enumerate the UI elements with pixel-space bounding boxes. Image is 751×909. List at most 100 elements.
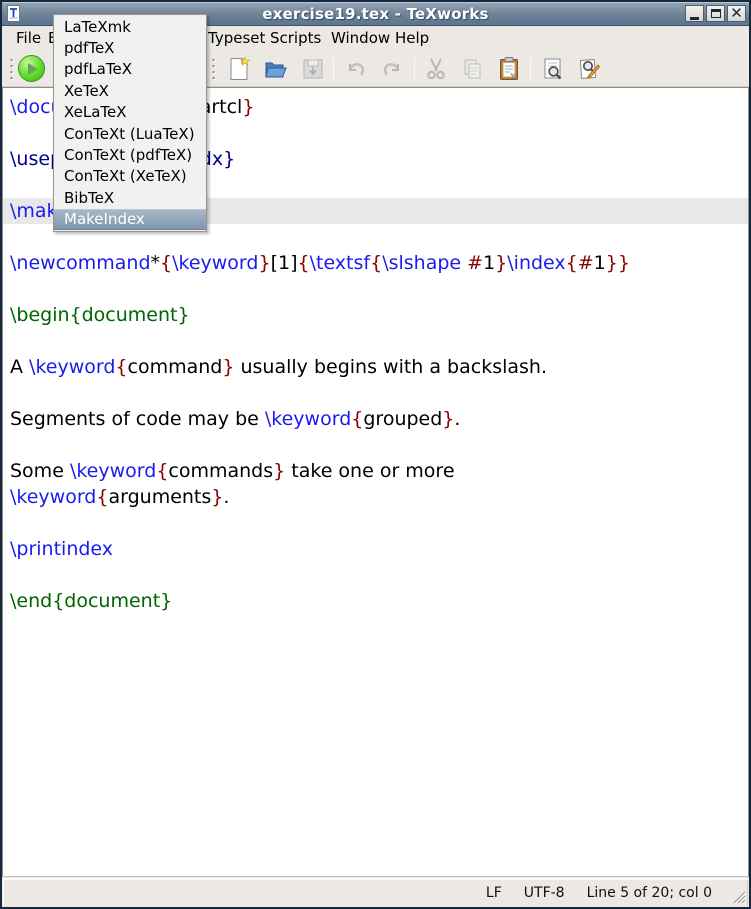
code-segment: take one or more [285, 460, 454, 482]
menu-window[interactable]: Window [329, 28, 392, 48]
typeset-play-button[interactable] [17, 54, 46, 83]
undo-icon [342, 56, 368, 82]
encoding-indicator: UTF-8 [524, 885, 565, 901]
code-segment: [1] [271, 252, 298, 274]
redo-button [378, 54, 407, 83]
code-segment: 1 [483, 252, 495, 274]
maximize-icon [711, 9, 721, 18]
code-segment: usually begins with a backslash. [234, 356, 547, 378]
menu-help[interactable]: Help [393, 28, 431, 48]
open-folder-icon [263, 56, 289, 82]
toolbar-separator [530, 57, 531, 80]
code-segment: \keyword [172, 252, 258, 274]
find-replace-button[interactable] [575, 54, 604, 83]
code-segment: \end{document} [10, 590, 172, 612]
minimize-icon [690, 17, 699, 20]
engine-option-context-luatex[interactable]: ConTeXt (LuaTeX) [54, 123, 206, 144]
engine-option-latexmk[interactable]: LaTeXmk [54, 16, 206, 37]
code-segment: { [298, 252, 310, 274]
clipboard-icon [496, 56, 522, 82]
code-segment: * [151, 252, 161, 274]
code-line-14[interactable] [3, 432, 748, 458]
code-segment: { [370, 252, 382, 274]
cursor-position-indicator: Line 5 of 20; col 0 [587, 885, 712, 901]
code-segment: \keyword [10, 486, 96, 508]
maximize-button[interactable] [706, 5, 725, 22]
engine-option-xelatex[interactable]: XeLaTeX [54, 102, 206, 123]
paste-button[interactable] [494, 54, 523, 83]
code-line-19[interactable] [3, 562, 748, 588]
app-icon [7, 5, 20, 22]
texworks-window: exercise19.tex - TeXworks ✕ FileEditType… [0, 0, 751, 909]
code-line-13[interactable]: Segments of code may be \keyword{grouped… [3, 406, 748, 432]
play-icon [18, 55, 45, 82]
undo-button [340, 54, 369, 83]
code-segment: } [211, 486, 223, 508]
resize-grip[interactable] [731, 889, 746, 904]
code-line-11[interactable]: A \keyword{command} usually begins with … [3, 354, 748, 380]
code-line-8[interactable] [3, 276, 748, 302]
engine-option-pdftex[interactable]: pdfTeX [54, 37, 206, 58]
code-line-18[interactable]: \printindex [3, 536, 748, 562]
typeset-engine-dropdown: LaTeXmkpdfTeXpdfLaTeXXeTeXXeLaTeXConTeXt… [53, 14, 207, 232]
code-line-10[interactable] [3, 328, 748, 354]
engine-option-context-xetex[interactable]: ConTeXt (XeTeX) [54, 166, 206, 187]
code-segment: # [467, 252, 483, 274]
code-segment: } [242, 96, 254, 118]
engine-option-context-pdftex[interactable]: ConTeXt (pdfTeX) [54, 144, 206, 165]
code-line-16[interactable]: \keyword{arguments}. [3, 484, 748, 510]
code-segment: } [258, 252, 270, 274]
engine-option-pdflatex[interactable]: pdfLaTeX [54, 59, 206, 80]
toolbar-separator [333, 57, 334, 80]
code-segment: . [454, 408, 460, 430]
code-segment: { [160, 252, 172, 274]
code-segment: \printindex [10, 538, 113, 560]
new-document-icon [226, 56, 252, 82]
search-icon [540, 56, 566, 82]
code-segment: \newcommand [10, 252, 151, 274]
code-line-15[interactable]: Some \keyword{commands} take one or more [3, 458, 748, 484]
code-segment: arguments [108, 486, 211, 508]
code-segment: { [156, 460, 168, 482]
menu-file[interactable]: File [14, 28, 43, 48]
code-line-20[interactable]: \end{document} [3, 588, 748, 614]
new-document-button[interactable] [224, 54, 253, 83]
toolbar-separator [414, 57, 415, 80]
menu-typeset[interactable]: Typeset [206, 28, 267, 48]
code-line-7[interactable]: \newcommand*{\keyword}[1]{\textsf{\slsha… [3, 250, 748, 276]
code-segment: command [128, 356, 223, 378]
code-line-17[interactable] [3, 510, 748, 536]
find-button[interactable] [538, 54, 567, 83]
scissors-icon [423, 56, 449, 82]
code-segment: { [96, 486, 108, 508]
code-segment: { [115, 356, 127, 378]
code-segment: { [566, 252, 578, 274]
code-segment: \keyword [70, 460, 156, 482]
toolbar-drag-handle[interactable] [9, 57, 14, 80]
code-segment: 1 [594, 252, 606, 274]
open-document-button[interactable] [261, 54, 290, 83]
code-segment: grouped [363, 408, 442, 430]
code-segment: \index [507, 252, 565, 274]
toolbar-drag-handle[interactable] [211, 57, 216, 80]
minimize-button[interactable] [685, 5, 704, 22]
engine-option-bibtex[interactable]: BibTeX [54, 187, 206, 208]
code-segment: \keyword [265, 408, 351, 430]
code-segment: } [222, 356, 234, 378]
code-segment: \begin{document} [10, 304, 190, 326]
close-button[interactable]: ✕ [727, 5, 746, 22]
code-segment: } [442, 408, 454, 430]
statusbar: LF UTF-8 Line 5 of 20; col 0 [3, 878, 748, 906]
engine-option-xetex[interactable]: XeTeX [54, 80, 206, 101]
copy-icon [460, 56, 486, 82]
engine-option-makeindex[interactable]: MakeIndex [54, 209, 206, 230]
code-segment: \keyword [29, 356, 115, 378]
code-segment: { [351, 408, 363, 430]
code-line-9[interactable]: \begin{document} [3, 302, 748, 328]
cut-button [421, 54, 450, 83]
code-line-12[interactable] [3, 380, 748, 406]
redo-icon [380, 56, 406, 82]
code-segment: }} [606, 252, 630, 274]
code-segment: \textsf [310, 252, 371, 274]
menu-scripts[interactable]: Scripts [268, 28, 323, 48]
